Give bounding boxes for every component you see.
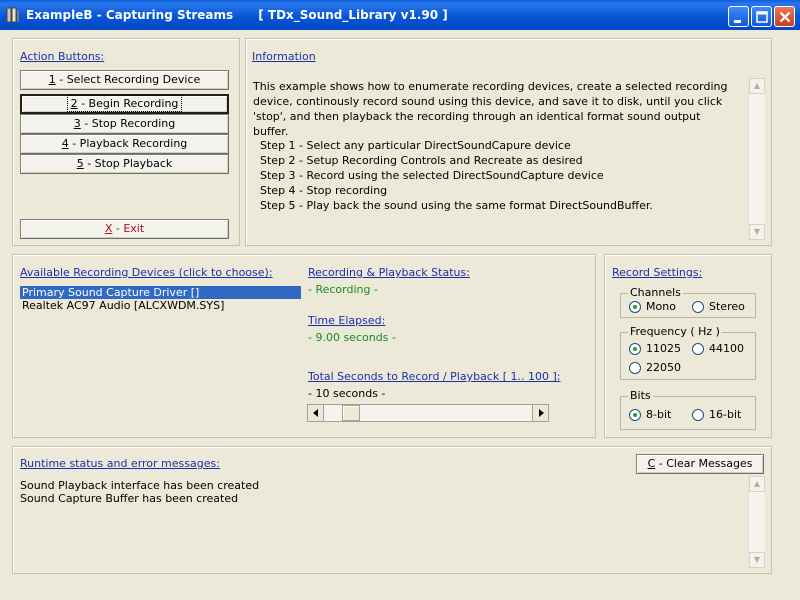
information-heading: Information [252, 50, 316, 63]
button-label: - Exit [112, 222, 145, 235]
bits-16-label[interactable]: 16-bit [709, 408, 741, 421]
devices-heading: Available Recording Devices (click to ch… [20, 266, 273, 279]
select-recording-device-button[interactable]: 1 - Select Recording Device [20, 70, 229, 90]
scroll-down-icon[interactable]: ▼ [749, 552, 765, 568]
freq-44100-radio[interactable] [692, 343, 704, 355]
mono-label[interactable]: Mono [646, 300, 676, 313]
clear-messages-button[interactable]: C - Clear Messages [636, 454, 764, 474]
runtime-scrollbar[interactable]: ▲ ▼ [748, 476, 765, 568]
step-text: Step 2 - Setup Recording Controls and Re… [260, 154, 583, 167]
stop-playback-button[interactable]: 5 - Stop Playback [20, 154, 229, 174]
minimize-button[interactable] [728, 6, 749, 27]
bits-16-radio[interactable] [692, 409, 704, 421]
freq-11025-radio[interactable] [629, 343, 641, 355]
bits-legend: Bits [628, 389, 653, 402]
information-scrollbar[interactable]: ▲ ▼ [748, 78, 765, 240]
step-text: Step 1 - Select any particular DirectSou… [260, 139, 571, 152]
status-heading: Recording & Playback Status: [308, 266, 470, 279]
time-elapsed-heading: Time Elapsed: [308, 314, 386, 327]
button-hotkey: 1 [48, 73, 56, 86]
button-hotkey: 4 [61, 137, 69, 150]
frequency-legend: Frequency ( Hz ) [628, 325, 722, 338]
runtime-heading: Runtime status and error messages: [20, 457, 220, 470]
device-list-item[interactable]: Realtek AC97 Audio [ALCXWDM.SYS] [20, 299, 301, 312]
begin-recording-button[interactable]: 2 - Begin Recording [20, 94, 229, 114]
freq-11025-label[interactable]: 11025 [646, 342, 681, 355]
app-icon [6, 7, 19, 23]
step-text: Step 3 - Record using the selected Direc… [260, 169, 604, 182]
freq-22050-label[interactable]: 22050 [646, 361, 681, 374]
bits-8-radio[interactable] [629, 409, 641, 421]
frequency-group [620, 332, 756, 380]
button-hotkey: 2 [70, 97, 78, 110]
step-text: Step 4 - Stop recording [260, 184, 388, 197]
button-label: - Select Recording Device [55, 73, 201, 86]
exit-button[interactable]: X - Exit [20, 219, 229, 239]
stop-recording-button[interactable]: 3 - Stop Recording [20, 114, 229, 134]
button-hotkey: 3 [73, 117, 81, 130]
maximize-icon [756, 11, 768, 23]
step-text: Step 5 - Play back the sound using the s… [260, 199, 653, 212]
button-hotkey: 5 [76, 157, 84, 170]
window-title: ExampleB - Capturing Streams [ TDx_Sound… [26, 8, 448, 22]
button-label: - Playback Recording [68, 137, 188, 150]
close-button[interactable] [774, 6, 795, 27]
status-value: - Recording - [308, 283, 378, 296]
mono-radio[interactable] [629, 301, 641, 313]
minimize-icon [734, 20, 741, 23]
button-label: - Stop Recording [80, 117, 176, 130]
seconds-slider[interactable] [307, 404, 549, 422]
stereo-radio[interactable] [692, 301, 704, 313]
record-settings-heading: Record Settings: [612, 266, 703, 279]
title-bar[interactable]: ExampleB - Capturing Streams [ TDx_Sound… [0, 0, 800, 30]
playback-recording-button[interactable]: 4 - Playback Recording [20, 134, 229, 154]
device-list-item-selected[interactable]: Primary Sound Capture Driver [] [20, 286, 301, 299]
scroll-down-icon[interactable]: ▼ [749, 224, 765, 240]
bits-8-label[interactable]: 8-bit [646, 408, 671, 421]
button-label: - Stop Playback [83, 157, 173, 170]
slider-left-icon[interactable] [308, 405, 324, 421]
button-label: - Begin Recording [77, 97, 179, 110]
total-seconds-heading: Total Seconds to Record / Playback [ 1..… [308, 370, 561, 383]
channels-legend: Channels [628, 286, 683, 299]
action-buttons-heading: Action Buttons: [20, 50, 105, 63]
stereo-label[interactable]: Stereo [709, 300, 745, 313]
runtime-message: Sound Playback interface has been create… [20, 479, 260, 492]
close-icon [779, 11, 791, 23]
time-elapsed-value: - 9.00 seconds - [308, 331, 396, 344]
runtime-message: Sound Capture Buffer has been created [20, 492, 239, 505]
freq-22050-radio[interactable] [629, 362, 641, 374]
total-seconds-value: - 10 seconds - [308, 387, 386, 400]
slider-thumb[interactable] [342, 405, 360, 421]
freq-44100-label[interactable]: 44100 [709, 342, 744, 355]
slider-right-icon[interactable] [532, 405, 548, 421]
maximize-button[interactable] [751, 6, 772, 27]
information-paragraph: This example shows how to enumerate reco… [253, 80, 728, 138]
scroll-up-icon[interactable]: ▲ [749, 78, 765, 94]
scroll-up-icon[interactable]: ▲ [749, 476, 765, 492]
button-label: - Clear Messages [655, 457, 753, 470]
